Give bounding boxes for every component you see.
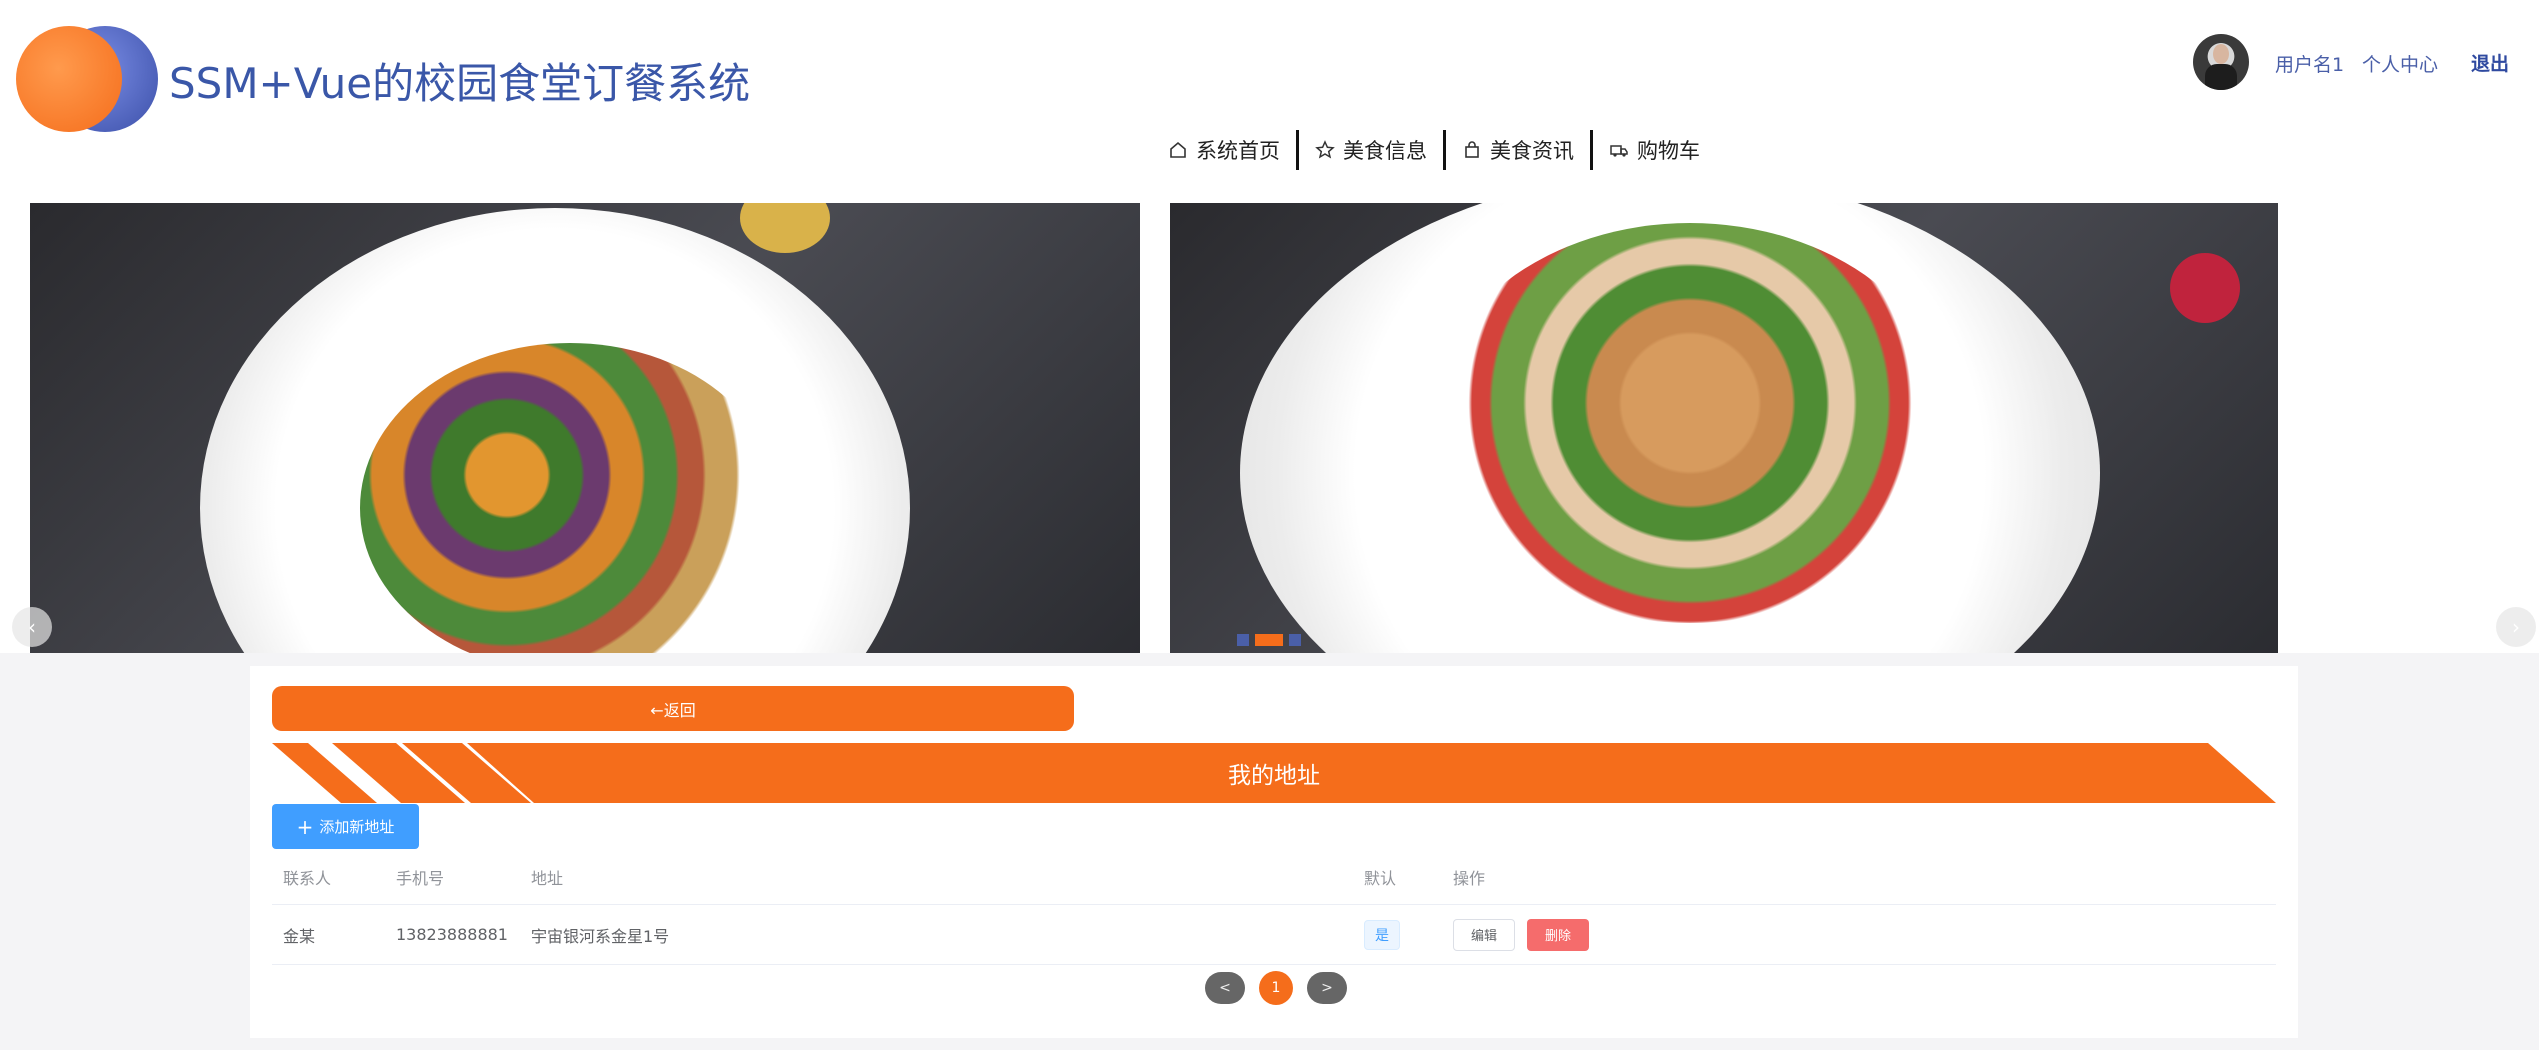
nav-label: 美食信息 [1343, 139, 1427, 163]
page-number-1[interactable]: 1 [1259, 971, 1293, 1005]
truck-icon [1610, 145, 1628, 157]
header-default: 默认 [1364, 868, 1397, 888]
back-button[interactable]: ←返回 [272, 686, 1074, 731]
pagination: < 1 > [1205, 971, 1347, 1005]
table-header-row: 联系人 手机号 地址 默认 操作 [272, 849, 2276, 905]
nav-item-news[interactable]: 美食资讯 [1446, 130, 1590, 170]
nav-item-home[interactable]: 系统首页 [1152, 130, 1296, 170]
carousel-next-arrow[interactable]: › [2496, 607, 2536, 647]
cell-contact: 金某 [283, 926, 316, 946]
header-phone: 手机号 [396, 868, 445, 888]
plus-icon: + [296, 814, 314, 839]
food-image-left [30, 203, 1140, 653]
top-header: SSM+Vue的校园食堂订餐系统 用户名1 个人中心 退出 系统首页 美食信息 … [0, 0, 2539, 203]
carousel-dot-2[interactable] [1255, 634, 1283, 646]
main-nav: 系统首页 美食信息 美食资讯 购物车 [1152, 128, 1716, 172]
add-address-label: 添加新地址 [319, 818, 395, 836]
header-actions: 操作 [1453, 868, 1486, 888]
carousel-prev-arrow[interactable]: ‹ [12, 607, 52, 647]
default-tag: 是 [1364, 919, 1400, 950]
cell-phone: 13823888881 [396, 925, 508, 944]
table-row: 金某 13823888881 宇宙银河系金星1号 是 编辑 删除 [272, 905, 2276, 965]
delete-button[interactable]: 删除 [1527, 918, 1589, 951]
carousel-indicators [1237, 634, 1301, 646]
address-panel: ←返回 我的地址 + 添加新地址 联系人 手机号 地址 默认 操作 金某 138… [250, 666, 2298, 1038]
add-address-button[interactable]: + 添加新地址 [272, 804, 419, 849]
avatar[interactable] [2193, 34, 2249, 90]
address-table: 联系人 手机号 地址 默认 操作 金某 13823888881 宇宙银河系金星1… [272, 849, 2276, 965]
nav-item-cart[interactable]: 购物车 [1593, 130, 1716, 170]
section-header: 我的地址 [272, 743, 2276, 803]
site-logo [16, 26, 158, 132]
username-link[interactable]: 用户名1 [2275, 50, 2344, 77]
carousel-dot-3[interactable] [1289, 634, 1301, 646]
food-image-right [1170, 203, 2278, 653]
next-page-button[interactable]: > [1307, 972, 1347, 1004]
edit-button[interactable]: 编辑 [1453, 918, 1515, 951]
cell-address: 宇宙银河系金星1号 [531, 926, 670, 946]
nav-label: 系统首页 [1196, 139, 1280, 163]
prev-page-button[interactable]: < [1205, 972, 1245, 1004]
profile-link[interactable]: 个人中心 [2362, 50, 2438, 77]
home-icon [1170, 141, 1186, 158]
nav-label: 美食资讯 [1490, 139, 1574, 163]
image-carousel[interactable]: ‹ › [0, 203, 2539, 653]
logout-link[interactable]: 退出 [2471, 49, 2509, 76]
section-title: 我的地址 [1228, 763, 1320, 789]
star-icon [1315, 140, 1335, 159]
site-title: SSM+Vue的校园食堂订餐系统 [169, 59, 751, 108]
header-address: 地址 [531, 868, 564, 888]
carousel-dot-1[interactable] [1237, 634, 1249, 646]
nav-label: 购物车 [1637, 139, 1700, 163]
header-contact: 联系人 [283, 868, 332, 888]
nav-item-food[interactable]: 美食信息 [1299, 130, 1443, 170]
bag-icon [1465, 141, 1479, 158]
